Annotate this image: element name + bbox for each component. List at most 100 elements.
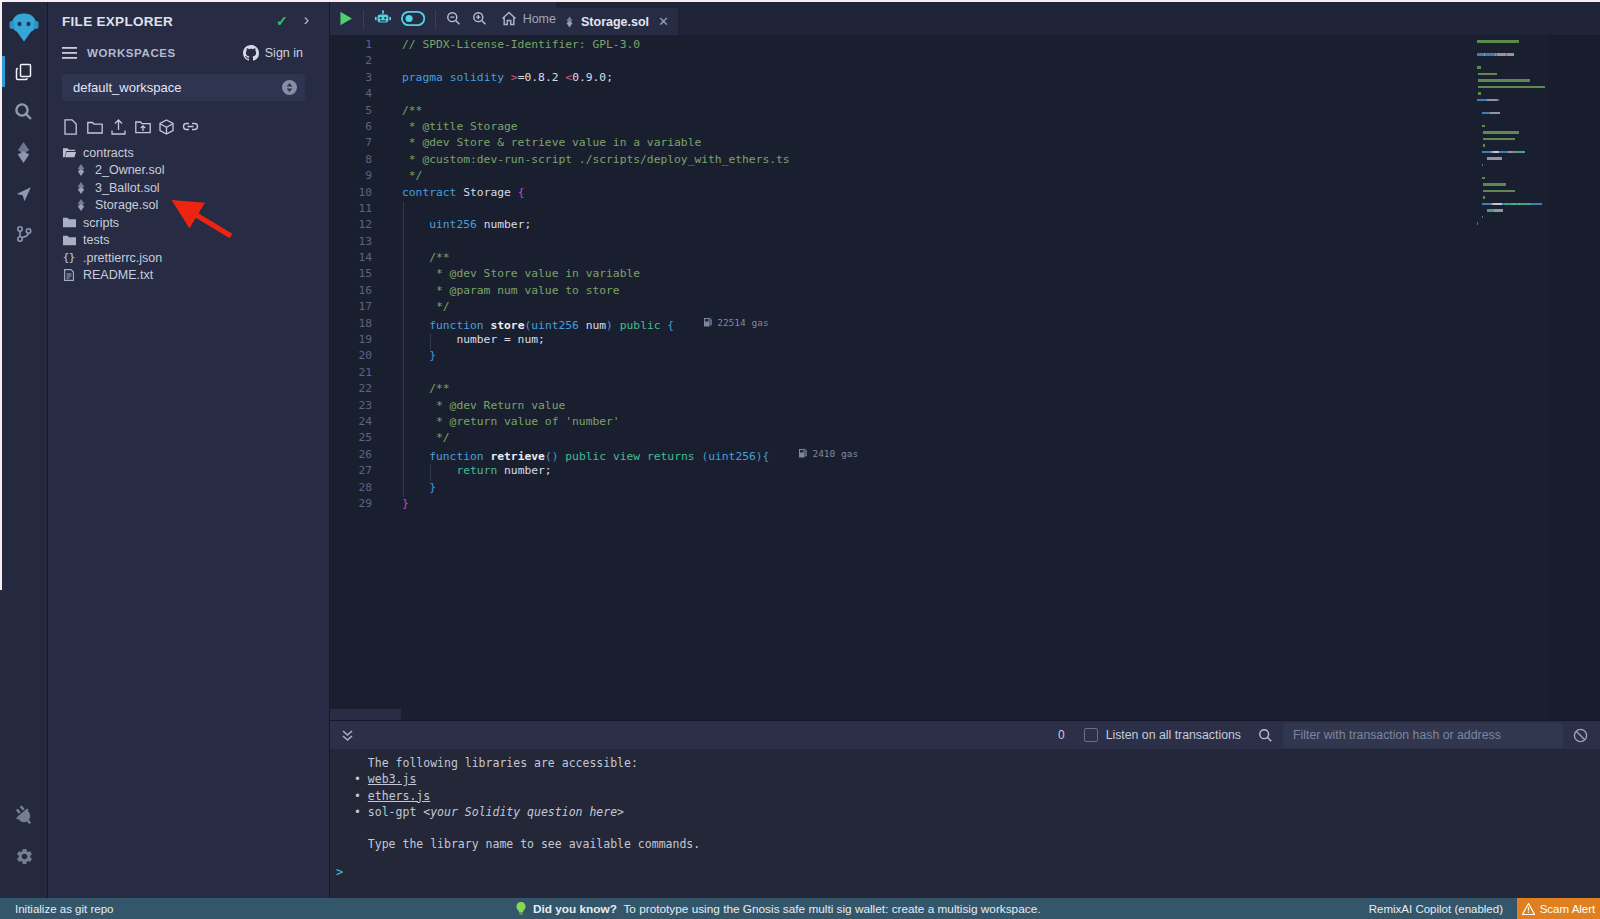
folder-icon: [62, 235, 76, 246]
terminal-link[interactable]: web3.js: [368, 772, 416, 786]
run-script-button[interactable]: [339, 10, 353, 27]
transaction-filter-input[interactable]: [1283, 723, 1563, 748]
sign-in-button[interactable]: Sign in: [243, 45, 303, 61]
code-line-11: [402, 202, 858, 218]
code-line-25: */: [402, 431, 858, 447]
home-tab-label: Home: [523, 12, 556, 26]
sol-icon: [74, 164, 88, 176]
code-line-7: * @dev Store & retrieve value in a varia…: [402, 136, 858, 152]
horizontal-scrollbar[interactable]: [330, 709, 401, 720]
code-line-16: * @param num value to store: [402, 284, 858, 300]
tree-item-3-ballot-sol[interactable]: 3_Ballot.sol: [48, 179, 329, 197]
code-line-2: [402, 54, 858, 70]
tree-item-label: 2_Owner.sol: [95, 163, 164, 177]
listen-label: Listen on all transactions: [1106, 728, 1241, 742]
code-line-20: }: [402, 349, 858, 365]
tip-text: To prototype using the Gnosis safe multi…: [623, 902, 1040, 916]
code-line-3: pragma solidity >=0.8.2 <0.9.0;: [402, 71, 858, 87]
sidebar-item-git[interactable]: [0, 214, 48, 253]
remix-logo[interactable]: [0, 2, 48, 52]
sidebar-item-search[interactable]: [0, 92, 48, 131]
folder-icon: [62, 217, 76, 228]
gear-icon: [15, 847, 34, 866]
file-explorer-panel: FILE EXPLORER ✓ › WORKSPACES Sign in def…: [48, 2, 330, 898]
tree-item-label: Storage.sol: [95, 198, 158, 212]
code-line-14: /**: [402, 251, 858, 267]
editor-toolbar: Home Storage.sol ✕: [330, 2, 1600, 35]
sidebar-item-plugin-manager[interactable]: [0, 796, 48, 835]
code-line-21: [402, 366, 858, 382]
code-line-15: * @dev Store value in variable: [402, 267, 858, 283]
tree-item-label: .prettierrc.json: [83, 251, 162, 265]
tree-item-contracts[interactable]: contracts: [48, 144, 329, 162]
file-tree: contracts2_Owner.sol 3_Ballot.solStorage.…: [48, 144, 329, 284]
copilot-status[interactable]: RemixAI Copilot (enabled): [1369, 903, 1503, 915]
code-line-13: [402, 235, 858, 251]
sidebar-item-file-explorer[interactable]: [0, 52, 48, 91]
sol-icon: [74, 199, 88, 211]
tree-item-tests[interactable]: tests: [48, 232, 329, 250]
deploy-run-icon: [14, 184, 34, 204]
copilot-toggle[interactable]: [401, 10, 425, 27]
tab-home[interactable]: Home: [501, 11, 556, 26]
terminal-line: Type the library name to see available c…: [354, 836, 1600, 852]
minimap[interactable]: [1477, 39, 1545, 228]
git-icon: [15, 225, 33, 243]
search-icon: [13, 101, 34, 122]
upload-folder-button[interactable]: [134, 118, 151, 135]
terminal-line: • sol-gpt <your Solidity question here>: [354, 804, 1600, 820]
listen-checkbox[interactable]: [1084, 728, 1098, 742]
new-folder-button[interactable]: [86, 118, 103, 135]
new-file-button[interactable]: [62, 118, 79, 135]
scam-alert-button[interactable]: Scam Alert: [1517, 898, 1600, 919]
code-line-10: contract Storage {: [402, 186, 858, 202]
terminal-line: • web3.js: [354, 771, 1600, 787]
github-icon: [243, 45, 259, 61]
sign-in-label: Sign in: [265, 46, 303, 60]
ai-assistant-icon[interactable]: [374, 9, 392, 28]
code-line-28: }: [402, 481, 858, 497]
cube-button[interactable]: [158, 118, 175, 135]
sidebar-item-settings[interactable]: [0, 837, 48, 876]
tree-item-scripts[interactable]: scripts: [48, 214, 329, 232]
zoom-in-icon[interactable]: [472, 10, 487, 27]
sidebar-item-solidity-compiler[interactable]: [0, 133, 48, 172]
terminal-collapse-icon[interactable]: [341, 729, 354, 742]
link-button[interactable]: [182, 118, 199, 135]
terminal-prompt[interactable]: >: [336, 865, 1600, 879]
terminal-search-icon[interactable]: [1258, 728, 1273, 743]
gas-estimate: 2410 gas: [799, 448, 858, 459]
clear-terminal-icon[interactable]: [1573, 728, 1588, 743]
line-numbers: 1234567891011121314151617181920212223242…: [330, 38, 372, 513]
remix-logo-icon: [8, 12, 40, 43]
terminal-link[interactable]: ethers.js: [368, 789, 430, 803]
folder-open-icon: [62, 147, 76, 158]
tab-close-icon[interactable]: ✕: [658, 14, 669, 29]
sol-icon: [74, 182, 88, 194]
upload-file-button[interactable]: [110, 118, 127, 135]
tree-item-2-owner-sol[interactable]: 2_Owner.sol: [48, 162, 329, 180]
tree-item-storage-sol[interactable]: Storage.sol: [48, 197, 329, 215]
zoom-out-icon[interactable]: [446, 10, 461, 27]
git-init-button[interactable]: Initialize as git repo: [15, 903, 113, 915]
code-editor[interactable]: 1234567891011121314151617181920212223242…: [330, 35, 1600, 720]
tree-item-readme-txt[interactable]: README.txt: [48, 267, 329, 285]
code-line-22: /**: [402, 382, 858, 398]
check-icon: ✓: [276, 13, 288, 29]
json-icon: {}: [62, 252, 76, 263]
code-line-18: function store(uint256 num) public {2251…: [402, 317, 858, 333]
tab-storage-sol[interactable]: Storage.sol ✕: [556, 8, 678, 35]
tree-item--prettierrc-json[interactable]: {} .prettierrc.json: [48, 249, 329, 267]
chevron-right-icon[interactable]: ›: [304, 11, 309, 29]
code-line-27: return number;: [402, 464, 858, 480]
terminal-output[interactable]: The following libraries are accessible:•…: [330, 749, 1600, 898]
solidity-file-icon: [565, 15, 574, 29]
workspace-select[interactable]: default_workspace: [62, 74, 305, 101]
lightbulb-icon: [516, 902, 526, 916]
status-bar: Initialize as git repo Did you know? To …: [0, 898, 1600, 919]
code-line-8: * @custom:dev-run-script ./scripts/deplo…: [402, 153, 858, 169]
hamburger-menu-icon[interactable]: [62, 47, 77, 59]
code-content: // SPDX-License-Identifier: GPL-3.0pragm…: [402, 38, 858, 513]
remix-ide-window: FILE EXPLORER ✓ › WORKSPACES Sign in def…: [0, 0, 1600, 919]
sidebar-item-deploy-run[interactable]: [0, 174, 48, 213]
